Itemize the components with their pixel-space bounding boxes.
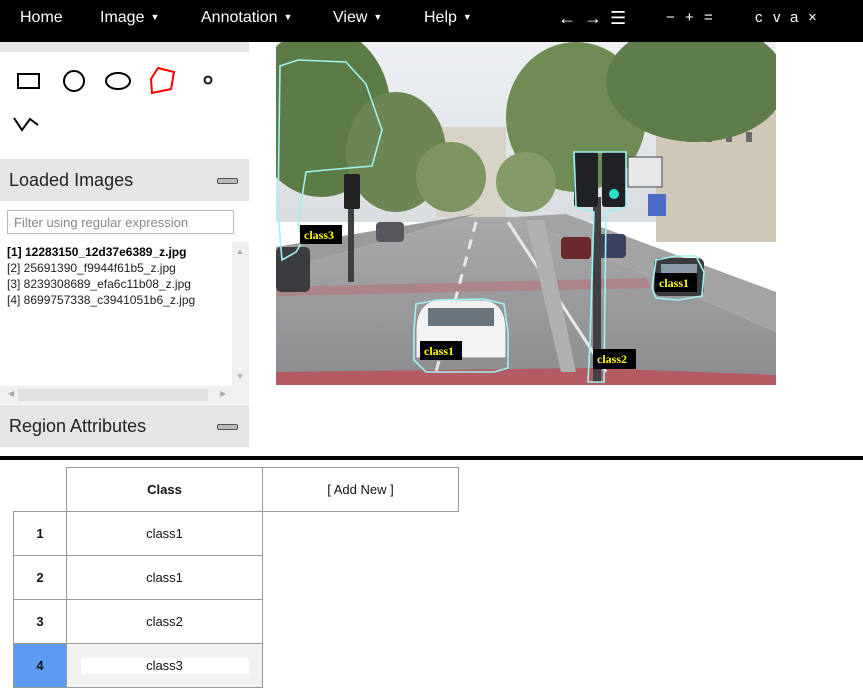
region-attributes-table: Class [ Add New ] 1 class1 2 class1 3 cl…: [13, 467, 459, 688]
tree: [496, 152, 556, 212]
region-label: class1: [659, 276, 689, 290]
loaded-images-title: Loaded Images: [9, 170, 134, 190]
menu-image[interactable]: Image ▼: [100, 9, 159, 27]
scrollbar-thumb[interactable]: [18, 389, 208, 401]
menu-help[interactable]: Help ▼: [424, 9, 472, 27]
scroll-left-icon[interactable]: ◀: [8, 389, 14, 398]
region-label: class2: [597, 352, 627, 366]
polyline-icon[interactable]: [11, 112, 41, 134]
table-row[interactable]: 1 class1: [13, 511, 459, 556]
image-canvas[interactable]: class3 class1 class1 class2: [276, 42, 776, 385]
loaded-images-header[interactable]: Loaded Images: [0, 159, 249, 201]
region-label: class3: [304, 228, 334, 242]
add-new-attribute-button[interactable]: [ Add New ]: [262, 467, 459, 512]
traffic-light: [344, 174, 360, 209]
chevron-down-icon: ▼: [150, 12, 160, 22]
row-id[interactable]: 1: [13, 511, 67, 556]
street-sign: [648, 194, 666, 216]
menu-annotation-label: Annotation: [201, 9, 278, 26]
menu-annotation[interactable]: Annotation ▼: [201, 9, 292, 27]
tree: [416, 142, 486, 212]
region-attributes-header[interactable]: Region Attributes: [0, 405, 249, 447]
table-header-row: Class [ Add New ]: [14, 467, 459, 512]
column-header-class: Class: [66, 467, 263, 512]
attribute-value-cell[interactable]: class1: [66, 511, 263, 556]
chevron-down-icon: ▼: [283, 12, 293, 22]
annotated-image[interactable]: class3 class1 class1 class2: [276, 42, 776, 385]
table-row[interactable]: 2 class1: [13, 555, 459, 600]
attribute-value-cell[interactable]: class3: [66, 643, 263, 688]
loaded-images-list: [1] 12283150_12d37e6389_z.jpg [2] 256913…: [0, 240, 249, 388]
image-list-horizontal-scrollbar[interactable]: ◀ ▶: [0, 386, 249, 404]
region-label: class1: [424, 344, 454, 358]
menu-image-label: Image: [100, 9, 145, 26]
image-filter-input[interactable]: [7, 210, 234, 234]
menu-view[interactable]: View ▼: [333, 9, 382, 27]
scroll-right-icon[interactable]: ▶: [220, 389, 226, 398]
circle-icon[interactable]: [61, 69, 87, 95]
menu-view-label: View: [333, 9, 368, 26]
left-sidebar: Loaded Images [1] 12283150_12d37e6389_z.…: [0, 42, 249, 456]
delete-region-icon[interactable]: ×: [808, 9, 817, 26]
copy-region-button[interactable]: c: [755, 9, 763, 26]
prev-image-icon[interactable]: ←: [558, 8, 576, 29]
next-image-icon[interactable]: →: [584, 8, 602, 29]
attribute-value-cell[interactable]: class2: [66, 599, 263, 644]
scroll-down-icon[interactable]: ▼: [236, 372, 244, 381]
window: [746, 132, 752, 142]
traffic-pole: [348, 202, 354, 282]
row-id[interactable]: 4: [13, 643, 67, 688]
row-id[interactable]: 2: [13, 555, 67, 600]
scroll-up-icon[interactable]: ▲: [236, 247, 244, 256]
image-list-item[interactable]: [3] 8239308689_efa6c11b08_z.jpg: [7, 277, 191, 291]
car: [561, 237, 591, 259]
chevron-down-icon: ▼: [373, 12, 383, 22]
paste-region-button[interactable]: v: [773, 9, 781, 26]
select-all-button[interactable]: a: [790, 9, 798, 26]
street-sign: [627, 156, 663, 188]
rect-icon[interactable]: [16, 70, 42, 92]
collapse-icon[interactable]: [217, 424, 238, 430]
image-list-vertical-scrollbar[interactable]: ▲ ▼: [232, 242, 249, 386]
image-list-icon[interactable]: ☰: [610, 8, 626, 29]
table-row[interactable]: 3 class2: [13, 599, 459, 644]
region-attributes-title: Region Attributes: [9, 416, 147, 436]
menu-home-label: Home: [20, 9, 63, 26]
menu-home[interactable]: Home: [20, 9, 63, 27]
top-menu-bar: Home Image ▼ Annotation ▼ View ▼ Help ▼ ← → …: [0, 0, 863, 42]
image-list-item[interactable]: [1] 12283150_12d37e6389_z.jpg: [7, 245, 186, 259]
image-list-item[interactable]: [4] 8699757338_c3941051b6_z.jpg: [7, 293, 195, 307]
polygon-icon[interactable]: [147, 65, 179, 97]
shape-strip-divider: [0, 42, 249, 52]
car: [376, 222, 404, 242]
attribute-value-cell[interactable]: class1: [66, 555, 263, 600]
chevron-down-icon: ▼: [462, 12, 472, 22]
table-row-selected[interactable]: 4 class3: [13, 643, 459, 688]
attribute-value-input[interactable]: class3: [80, 657, 249, 674]
row-id[interactable]: 3: [13, 599, 67, 644]
zoom-reset-icon[interactable]: =: [704, 9, 713, 26]
zoom-in-icon[interactable]: +: [685, 9, 694, 26]
menu-help-label: Help: [424, 9, 457, 26]
point-icon[interactable]: [201, 73, 215, 87]
image-list-item[interactable]: [2] 25691390_f9944f61b5_z.jpg: [7, 261, 176, 275]
ellipse-icon[interactable]: [104, 71, 134, 93]
traffic-light: [574, 152, 598, 207]
panel-divider: [0, 456, 863, 460]
car-window: [428, 308, 494, 326]
zoom-out-icon[interactable]: −: [666, 9, 675, 26]
green-light: [609, 189, 619, 199]
table-corner-cell: [14, 468, 67, 512]
region-shape-toolbar: [0, 52, 249, 160]
collapse-icon[interactable]: [217, 178, 238, 184]
